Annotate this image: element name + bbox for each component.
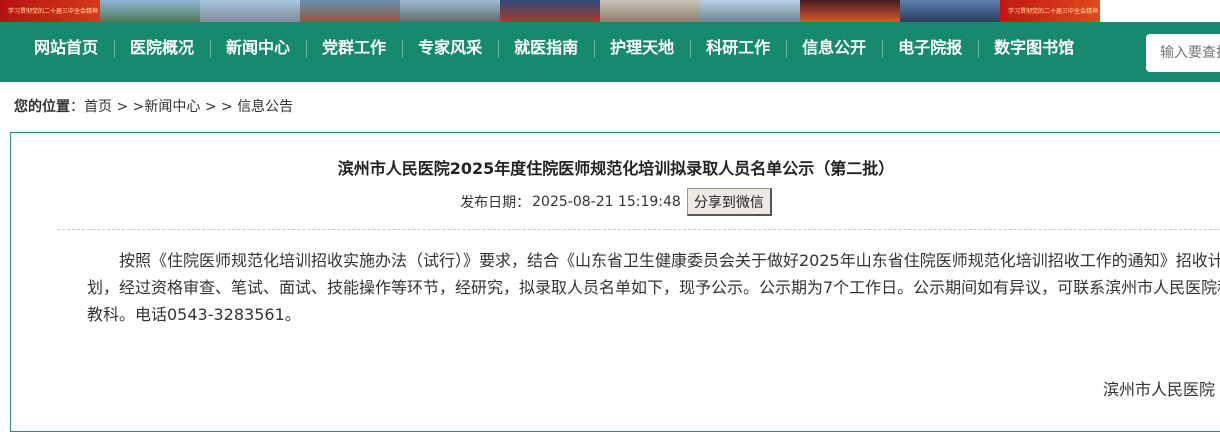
breadcrumb-colon: ：: [70, 99, 84, 115]
banner-photo: [500, 0, 600, 22]
publish-date: 2025-08-21 15:19:48: [532, 194, 681, 210]
banner-photo: [300, 0, 400, 22]
banner-photo: [700, 0, 800, 22]
banner-slogan: 学习贯彻党的二十届三中全会精神: [8, 8, 99, 15]
banner-photo: [400, 0, 500, 22]
search-input[interactable]: [1146, 34, 1220, 72]
banner-photo: [800, 0, 900, 22]
banner-slogan-image: 学习贯彻党的二十届三中全会精神: [1000, 0, 1100, 22]
divider: [57, 229, 1220, 230]
banner-blank: [1100, 0, 1220, 22]
breadcrumb-separator: > >: [112, 99, 145, 115]
breadcrumb-current-link[interactable]: 信息公告: [237, 99, 293, 115]
article-body: 按照《住院医师规范化培训招收实施办法（试行）》要求，结合《山东省卫生健康委员会关…: [87, 247, 1220, 328]
banner-slogan: 学习贯彻党的二十届三中全会精神: [1008, 8, 1099, 15]
nav-item-nursing[interactable]: 护理天地: [594, 22, 690, 74]
nav-item-hospital-overview[interactable]: 医院概况: [114, 22, 210, 74]
article-title: 滨州市人民医院2025年度住院医师规范化培训拟录取人员名单公示（第二批）: [337, 159, 895, 178]
nav-item-party-work[interactable]: 党群工作: [306, 22, 402, 74]
nav-item-digital-library[interactable]: 数字图书馆: [978, 22, 1090, 74]
breadcrumb-label: 您的位置: [14, 99, 70, 115]
publish-date-label: 发布日期：: [460, 195, 531, 211]
main-nav: 网站首页 医院概况 新闻中心 党群工作 专家风采 就医指南 护理天地 科研工作 …: [0, 22, 1220, 82]
banner-photo: [200, 0, 300, 22]
banner-photo: [900, 0, 1000, 22]
article-signature: 滨州市人民医院: [1103, 380, 1216, 399]
breadcrumb-separator: > >: [200, 99, 238, 115]
nav-item-experts[interactable]: 专家风采: [402, 22, 498, 74]
nav-item-info-disclosure[interactable]: 信息公开: [786, 22, 882, 74]
share-wechat-button[interactable]: 分享到微信: [686, 188, 772, 216]
breadcrumb: 您的位置：首页 > >新闻中心 > > 信息公告: [14, 96, 293, 116]
nav-item-home[interactable]: 网站首页: [18, 22, 114, 74]
banner-photo: [100, 0, 200, 22]
banner-slogan-image: 学习贯彻党的二十届三中全会精神: [0, 0, 100, 22]
article-meta: 发布日期： 2025-08-21 15:19:48 分享到微信: [11, 188, 1220, 216]
article-paragraph: 按照《住院医师规范化培训招收实施办法（试行）》要求，结合《山东省卫生健康委员会关…: [87, 251, 1220, 324]
breadcrumb-section-link[interactable]: 新闻中心: [144, 99, 200, 115]
nav-item-research[interactable]: 科研工作: [690, 22, 786, 74]
top-banner: 学习贯彻党的二十届三中全会精神 学习贯彻党的二十届三中全会精神: [0, 0, 1220, 22]
nav-item-news-center[interactable]: 新闻中心: [210, 22, 306, 74]
nav-item-visit-guide[interactable]: 就医指南: [498, 22, 594, 74]
banner-photo: [600, 0, 700, 22]
breadcrumb-home-link[interactable]: 首页: [84, 99, 112, 115]
nav-item-e-newspaper[interactable]: 电子院报: [882, 22, 978, 74]
nav-list: 网站首页 医院概况 新闻中心 党群工作 专家风采 就医指南 护理天地 科研工作 …: [18, 22, 1090, 74]
article-panel: 滨州市人民医院2025年度住院医师规范化培训拟录取人员名单公示（第二批） 发布日…: [10, 132, 1220, 432]
